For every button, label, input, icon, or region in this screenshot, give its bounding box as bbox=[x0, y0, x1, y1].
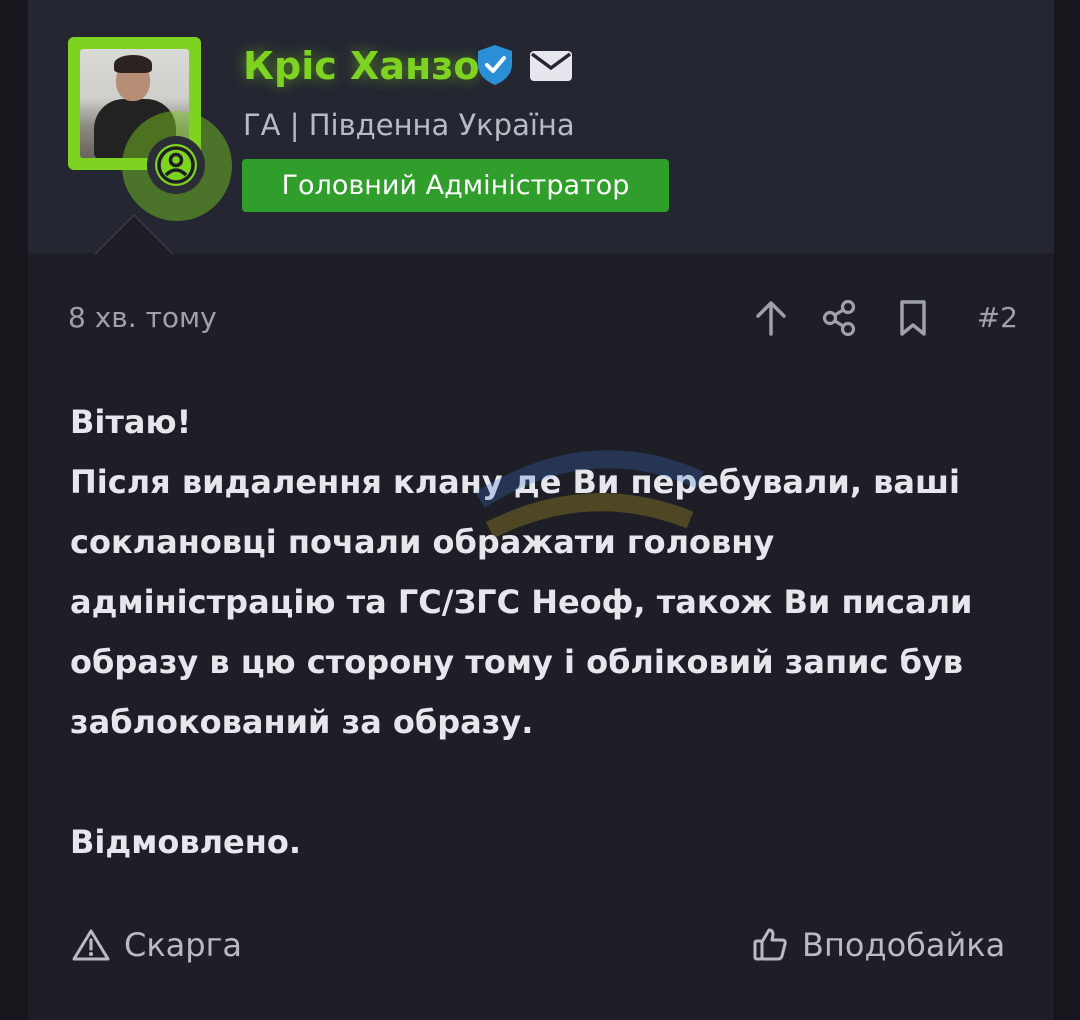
author-name[interactable]: Кріс Ханзо bbox=[243, 40, 479, 92]
envelope-icon[interactable] bbox=[528, 48, 574, 84]
left-edge bbox=[0, 0, 28, 1020]
post-content: Вітаю! Після видалення клану де Ви переб… bbox=[70, 392, 1030, 872]
role-badge: Головний Адміністратор bbox=[242, 159, 669, 212]
report-button[interactable]: Скарга bbox=[72, 920, 242, 970]
thumbs-up-icon bbox=[753, 928, 787, 961]
like-button[interactable]: Вподобайка bbox=[752, 920, 1005, 970]
report-label: Скарга bbox=[124, 926, 243, 964]
user-circle-icon bbox=[157, 146, 195, 184]
status-badge bbox=[147, 136, 205, 194]
verified-shield-icon bbox=[478, 45, 512, 85]
post-verdict: Відмовлено. bbox=[70, 823, 301, 861]
author-subtitle: ГА | Південна Україна bbox=[243, 108, 575, 142]
share-icon[interactable] bbox=[818, 296, 860, 340]
post-number[interactable]: #2 bbox=[962, 298, 1018, 338]
header-pointer bbox=[96, 216, 172, 254]
bookmark-icon[interactable] bbox=[892, 296, 934, 340]
warning-icon bbox=[72, 929, 110, 961]
arrow-up-icon[interactable] bbox=[750, 296, 792, 340]
post-timestamp[interactable]: 8 хв. тому bbox=[68, 298, 217, 338]
post-text: Після видалення клану де Ви перебували, … bbox=[70, 463, 973, 741]
post-greeting: Вітаю! bbox=[70, 403, 192, 441]
like-label: Вподобайка bbox=[802, 926, 1006, 964]
right-edge bbox=[1054, 0, 1080, 1020]
